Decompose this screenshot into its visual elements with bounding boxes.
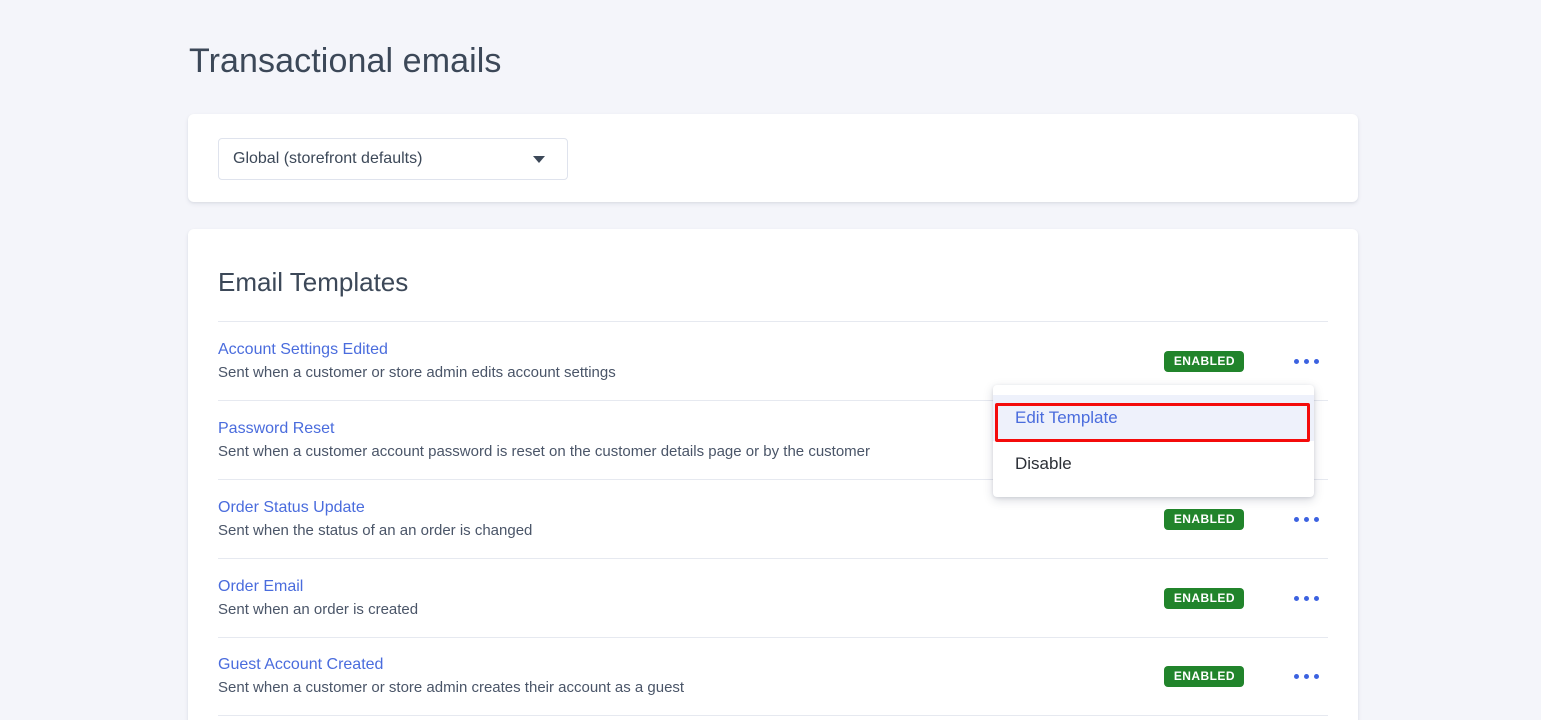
ellipsis-horizontal-icon[interactable] [1294, 349, 1326, 373]
row-text: Account Settings Edited Sent when a cust… [218, 339, 1164, 384]
transactional-emails-page: Transactional emails Global (storefront … [0, 0, 1541, 720]
template-link[interactable]: Account Settings Edited [218, 339, 388, 361]
template-link[interactable]: Password Reset [218, 418, 335, 440]
ellipsis-horizontal-icon[interactable] [1294, 586, 1326, 610]
row-text: Guest Account Created Sent when a custom… [218, 654, 1164, 699]
template-link[interactable]: Order Email [218, 576, 303, 598]
ellipsis-horizontal-icon[interactable] [1294, 665, 1326, 689]
table-row: Order Email Sent when an order is create… [218, 558, 1328, 637]
store-scope-select[interactable]: Global (storefront defaults) [218, 138, 568, 180]
store-scope-selected-value: Global (storefront defaults) [233, 150, 423, 167]
menu-item-disable[interactable]: Disable [993, 441, 1314, 487]
store-selector-card: Global (storefront defaults) [188, 114, 1358, 202]
template-description: Sent when a customer or store admin crea… [218, 679, 685, 696]
table-row: Guest Account Created Sent when a custom… [218, 637, 1328, 716]
page-title: Transactional emails [189, 42, 502, 80]
template-link[interactable]: Guest Account Created [218, 654, 383, 676]
menu-item-edit-template[interactable]: Edit Template [993, 395, 1314, 441]
row-text: Order Email Sent when an order is create… [218, 576, 1164, 621]
row-context-menu: Edit Template Disable [993, 385, 1314, 497]
status-badge: ENABLED [1163, 350, 1244, 372]
status-badge: ENABLED [1163, 587, 1244, 609]
email-templates-list: Account Settings Edited Sent when a cust… [218, 321, 1328, 716]
template-description: Sent when an order is created [218, 600, 419, 618]
row-text: Order Status Update Sent when the status… [218, 497, 1164, 542]
section-heading: Email Templates [218, 267, 409, 297]
status-badge: ENABLED [1163, 508, 1244, 530]
template-description: Sent when a customer or store admin edit… [218, 363, 616, 381]
template-link[interactable]: Order Status Update [218, 497, 365, 519]
ellipsis-horizontal-icon[interactable] [1294, 507, 1326, 531]
template-description: Sent when the status of an an order is c… [218, 521, 533, 539]
status-badge: ENABLED [1163, 666, 1244, 687]
chevron-down-icon [533, 155, 545, 163]
store-scope-select-box[interactable]: Global (storefront defaults) [218, 138, 568, 180]
